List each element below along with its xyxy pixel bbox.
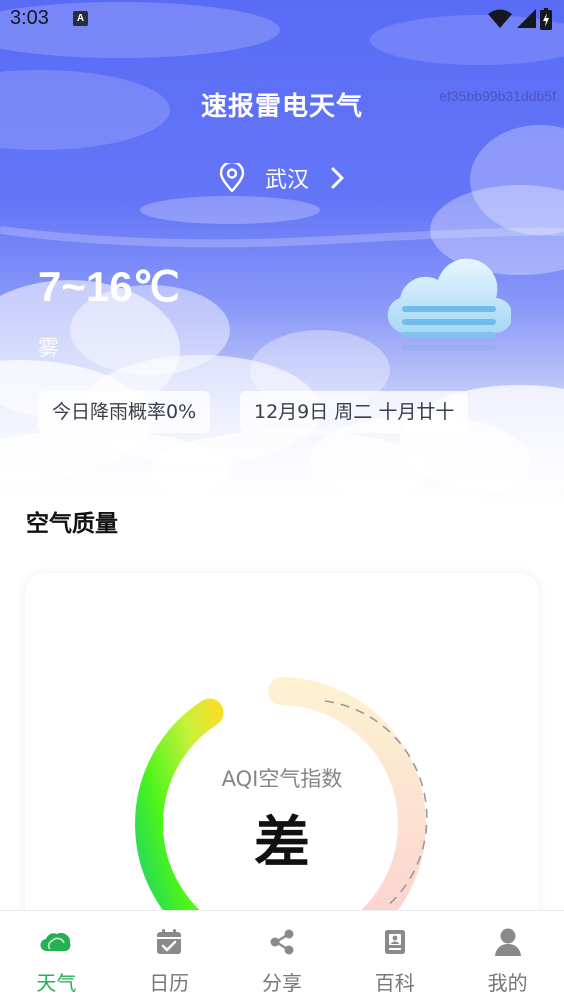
share-icon	[270, 929, 294, 955]
status-time: 3:03	[10, 7, 49, 29]
date-chip: 12月9日 周二 十月廿十	[240, 391, 469, 433]
air-quality-title: 空气质量	[26, 511, 118, 537]
nav-weather[interactable]: 天气	[0, 911, 113, 1004]
location-selector[interactable]: 武汉	[0, 162, 564, 194]
device-id: ef35bb99b31ddb5f	[439, 88, 556, 104]
status-bar: 3:03 A	[0, 0, 564, 38]
notification-a-icon: A	[73, 11, 88, 26]
nav-label-profile: 我的	[487, 971, 528, 995]
location-pin-icon	[219, 163, 245, 193]
cellular-signal-icon	[517, 9, 536, 28]
nav-label-encyclopedia: 百科	[374, 971, 415, 995]
nav-label-calendar: 日历	[149, 971, 190, 995]
nav-label-weather: 天气	[36, 971, 77, 995]
hero-weather-panel: 3:03 A 速报雷电天气 ef35bb99b31ddb5f 武汉 7~16℃ …	[0, 0, 564, 500]
book-icon	[384, 930, 405, 954]
status-icons	[488, 8, 552, 30]
nav-profile[interactable]: 我的	[451, 911, 564, 1004]
fog-cloud-icon	[387, 258, 511, 351]
nav-encyclopedia[interactable]: 百科	[338, 911, 451, 1004]
user-icon	[494, 928, 521, 956]
weather-screen: 3:03 A 速报雷电天气 ef35bb99b31ddb5f 武汉 7~16℃ …	[0, 0, 564, 1004]
nav-calendar[interactable]: 日历	[113, 911, 226, 1004]
aqi-label: AQI空气指数	[221, 767, 343, 791]
wifi-icon	[488, 9, 512, 28]
cloud-icon	[40, 933, 71, 952]
nav-label-share: 分享	[261, 971, 302, 995]
nav-share[interactable]: 分享	[226, 911, 339, 1004]
calendar-check-icon	[157, 929, 182, 954]
rain-probability-chip: 今日降雨概率0%	[38, 391, 211, 433]
battery-charging-icon	[540, 8, 552, 30]
weather-condition: 雾	[38, 336, 59, 360]
chevron-right-icon	[331, 167, 344, 189]
bottom-nav: 天气 日历 分享 百科 我的	[0, 910, 564, 1004]
temperature-range: 7~16℃	[38, 263, 180, 310]
aqi-value: 差	[254, 811, 310, 876]
location-city: 武汉	[264, 168, 309, 193]
